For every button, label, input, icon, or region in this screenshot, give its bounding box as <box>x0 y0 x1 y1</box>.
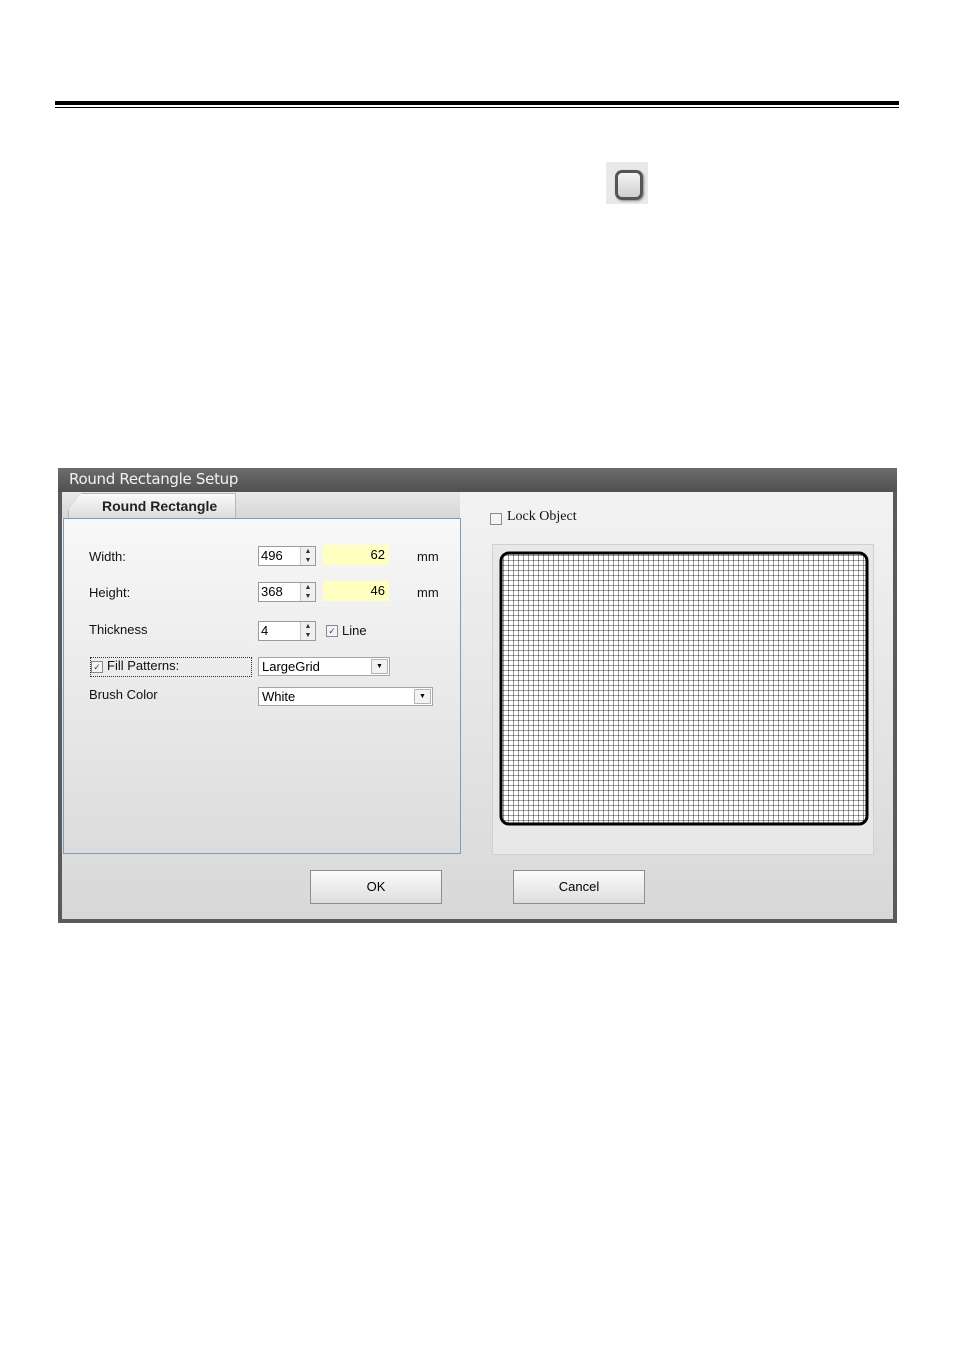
dialog-titlebar[interactable]: Round Rectangle Setup <box>58 468 897 492</box>
height-dots-spinner[interactable]: 368 ▲ ▼ <box>258 582 316 602</box>
spin-down-icon[interactable]: ▼ <box>301 556 315 565</box>
height-unit: mm <box>417 585 439 600</box>
width-label: Width: <box>89 549 126 564</box>
tab-label: Round Rectangle <box>102 498 218 514</box>
width-mm-field: 62 <box>323 545 389 565</box>
height-mm-value: 46 <box>370 583 385 598</box>
spin-up-icon[interactable]: ▲ <box>301 547 315 556</box>
spin-up-icon[interactable]: ▲ <box>301 622 315 631</box>
width-unit: mm <box>417 549 439 564</box>
fill-patterns-select[interactable]: LargeGrid ▼ <box>258 657 390 676</box>
header-rule-thick <box>55 101 899 105</box>
width-dots-value: 496 <box>261 548 283 563</box>
height-mm-field: 46 <box>323 581 389 601</box>
cancel-label: Cancel <box>558 879 600 894</box>
dialog-title: Round Rectangle Setup <box>69 470 239 488</box>
properties-panel: Width: 496 ▲ ▼ 62 mm Height: 368 ▲ ▼ 46 mm… <box>63 518 461 854</box>
height-label: Height: <box>89 585 131 600</box>
line-checkbox[interactable]: ✓ <box>326 625 338 637</box>
width-dots-spinner[interactable]: 496 ▲ ▼ <box>258 546 316 566</box>
width-mm-value: 62 <box>370 547 385 562</box>
spin-down-icon[interactable]: ▼ <box>301 631 315 640</box>
ok-button[interactable]: OK <box>310 870 442 904</box>
cancel-button[interactable]: Cancel <box>513 870 645 904</box>
line-label: Line <box>342 623 367 638</box>
round-rectangle-setup-dialog: Round Rectangle Setup Round Rectangle Wi… <box>58 468 897 923</box>
brush-color-select[interactable]: White ▼ <box>258 687 433 706</box>
brush-color-value: White <box>262 689 296 704</box>
fill-patterns-value: LargeGrid <box>262 659 320 674</box>
fill-patterns-label: Fill Patterns: <box>107 658 180 673</box>
dropdown-icon[interactable]: ▼ <box>371 659 388 674</box>
shape-preview <box>492 544 874 855</box>
header-rule-thin <box>55 107 899 108</box>
thickness-value: 4 <box>261 623 269 638</box>
height-dots-value: 368 <box>261 584 283 599</box>
round-rectangle-preview <box>499 551 869 826</box>
thickness-spinner[interactable]: 4 ▲ ▼ <box>258 621 316 641</box>
dialog-client: Round Rectangle Width: 496 ▲ ▼ 62 mm Heig… <box>62 492 893 919</box>
fill-patterns-checkbox[interactable]: ✓ <box>91 661 103 673</box>
spin-down-icon[interactable]: ▼ <box>301 592 315 601</box>
tab-round-rectangle[interactable]: Round Rectangle <box>68 493 236 518</box>
thickness-label: Thickness <box>89 622 148 637</box>
brush-color-label: Brush Color <box>89 687 158 702</box>
lock-object-checkbox[interactable] <box>490 513 502 525</box>
dropdown-icon[interactable]: ▼ <box>414 689 431 704</box>
ok-label: OK <box>366 879 386 894</box>
lock-object-label: Lock Object <box>507 509 577 524</box>
spin-up-icon[interactable]: ▲ <box>301 583 315 592</box>
round-rectangle-tool-icon[interactable] <box>606 162 648 204</box>
